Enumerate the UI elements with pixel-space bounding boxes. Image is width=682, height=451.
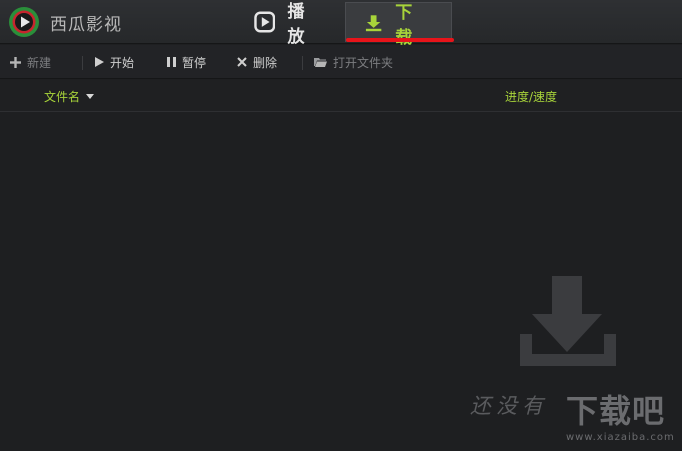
play-circle-icon bbox=[254, 11, 276, 33]
new-button[interactable]: 新建 bbox=[10, 45, 51, 79]
toolbar: 新建 开始 暂停 删除 打开文件夹 bbox=[0, 45, 682, 79]
tab-play-label: 播 放 bbox=[287, 2, 311, 47]
column-header-filename[interactable]: 文件名 bbox=[44, 88, 95, 105]
toolbar-separator bbox=[302, 56, 303, 70]
pause-button-label: 暂停 bbox=[182, 55, 207, 70]
app-title: 西瓜影视 bbox=[50, 15, 122, 35]
annotation-underline-download bbox=[346, 38, 454, 42]
play-icon bbox=[95, 57, 104, 67]
watermark-slogan: 还没有 bbox=[470, 394, 548, 418]
watermark: 还没有 下载吧 www.xiazaiba.com bbox=[470, 386, 682, 451]
open-folder-button-label: 打开文件夹 bbox=[333, 55, 394, 70]
watermark-brand: 下载吧 bbox=[566, 392, 666, 430]
delete-button-label: 删除 bbox=[253, 55, 278, 70]
start-button[interactable]: 开始 bbox=[95, 45, 134, 79]
pause-icon bbox=[167, 57, 176, 67]
download-icon bbox=[365, 14, 382, 31]
column-header-filename-label: 文件名 bbox=[44, 90, 81, 104]
new-button-label: 新建 bbox=[27, 55, 52, 70]
empty-download-icon bbox=[520, 276, 616, 366]
app-logo-icon bbox=[9, 7, 39, 37]
close-icon bbox=[237, 57, 247, 67]
caret-down-icon bbox=[86, 94, 95, 99]
title-bar: 西瓜影视 播 放 下 载 bbox=[0, 0, 682, 48]
pause-button[interactable]: 暂停 bbox=[167, 45, 206, 79]
column-header-progress[interactable]: 进度/速度 bbox=[505, 88, 557, 105]
start-button-label: 开始 bbox=[110, 55, 135, 70]
toolbar-separator bbox=[82, 56, 83, 70]
tab-download[interactable]: 下 载 bbox=[345, 2, 452, 48]
open-folder-button[interactable]: 打开文件夹 bbox=[314, 45, 393, 79]
plus-icon bbox=[10, 56, 21, 68]
delete-button[interactable]: 删除 bbox=[237, 45, 277, 79]
tab-play[interactable]: 播 放 bbox=[254, 0, 344, 47]
table-header: 文件名 进度/速度 bbox=[0, 80, 682, 112]
watermark-url: www.xiazaiba.com bbox=[566, 432, 675, 443]
folder-icon bbox=[314, 58, 327, 67]
